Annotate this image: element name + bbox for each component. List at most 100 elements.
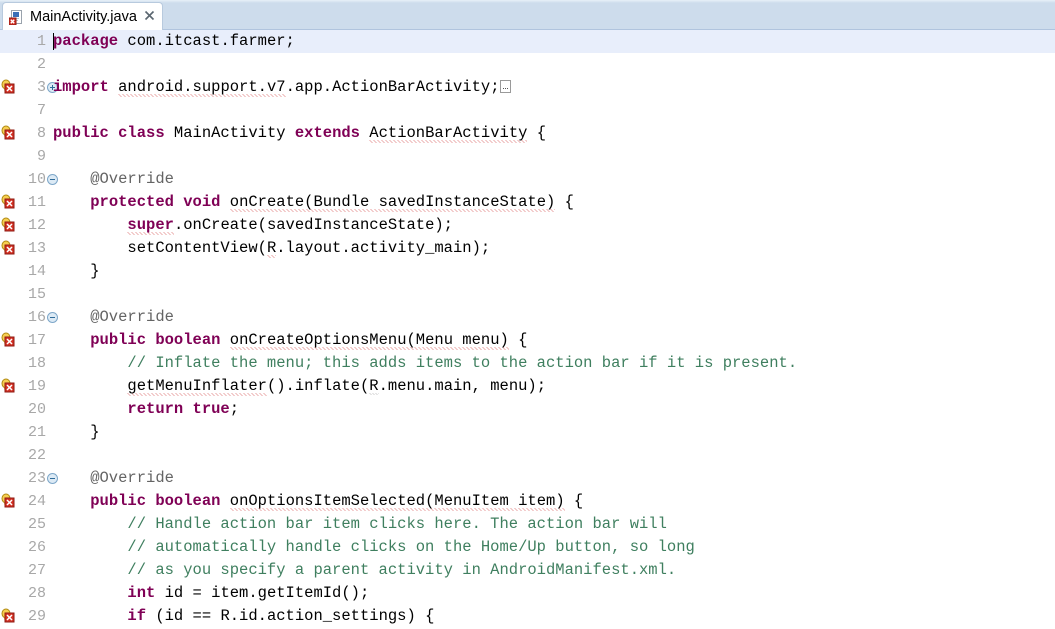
line-number: 25 bbox=[27, 516, 46, 533]
code-token: .app.ActionBarActivity; bbox=[285, 78, 500, 96]
code-line[interactable]: // automatically handle clicks on the Ho… bbox=[47, 536, 1055, 559]
code-line[interactable]: // as you specify a parent activity in A… bbox=[47, 559, 1055, 582]
code-line[interactable]: // Inflate the menu; this adds items to … bbox=[47, 352, 1055, 375]
code-line[interactable]: public boolean onOptionsItemSelected(Men… bbox=[47, 490, 1055, 513]
code-token: // Inflate the menu; this adds items to … bbox=[53, 354, 798, 372]
warning-error-marker-icon[interactable] bbox=[1, 194, 16, 210]
line-number: 14 bbox=[27, 263, 46, 280]
code-token: .onCreate(savedInstanceState); bbox=[173, 216, 453, 234]
code-line[interactable]: public class MainActivity extends Action… bbox=[47, 122, 1055, 145]
warning-error-marker-icon[interactable] bbox=[1, 79, 16, 95]
line-number: 26 bbox=[27, 539, 46, 556]
code-token: protected void bbox=[90, 193, 221, 211]
code-line[interactable]: protected void onCreate(Bundle savedInst… bbox=[47, 191, 1055, 214]
line-number: 1 bbox=[36, 33, 46, 50]
code-line[interactable]: } bbox=[47, 260, 1055, 283]
code-line[interactable] bbox=[47, 444, 1055, 467]
warning-error-marker-icon[interactable] bbox=[1, 608, 16, 624]
code-line[interactable]: package com.itcast.farmer; bbox=[47, 30, 1055, 53]
code-line[interactable]: if (id == R.id.action_settings) { bbox=[47, 605, 1055, 627]
code-token: onCreate(Bundle savedInstanceState) bbox=[229, 193, 556, 212]
warning-error-marker-icon[interactable] bbox=[1, 493, 16, 509]
code-token: @Override bbox=[53, 308, 174, 326]
code-line[interactable] bbox=[47, 145, 1055, 168]
tab-label: MainActivity.java bbox=[30, 8, 137, 25]
code-line[interactable]: import android.support.v7.app.ActionBarA… bbox=[47, 76, 1055, 99]
code-line[interactable] bbox=[47, 53, 1055, 76]
warning-error-marker-icon[interactable] bbox=[1, 378, 16, 394]
code-line[interactable]: } bbox=[47, 421, 1055, 444]
code-line[interactable]: int id = item.getItemId(); bbox=[47, 582, 1055, 605]
code-token: ().inflate( bbox=[266, 377, 370, 395]
code-token: onOptionsItemSelected(MenuItem item) bbox=[229, 492, 565, 511]
line-number: 29 bbox=[27, 608, 46, 625]
line-number: 10 bbox=[17, 168, 58, 191]
code-line[interactable] bbox=[47, 99, 1055, 122]
line-number: 3 bbox=[17, 76, 58, 99]
code-line[interactable] bbox=[47, 283, 1055, 306]
code-token: R bbox=[369, 377, 379, 395]
line-number: 22 bbox=[27, 447, 46, 464]
close-icon[interactable] bbox=[144, 10, 155, 23]
code-token: R bbox=[266, 239, 277, 258]
code-token: @Override bbox=[53, 170, 174, 188]
warning-error-marker-icon[interactable] bbox=[1, 240, 16, 256]
line-number: 21 bbox=[27, 424, 46, 441]
code-token: public class bbox=[53, 124, 165, 142]
code-token: // automatically handle clicks on the Ho… bbox=[53, 538, 695, 556]
line-number: 9 bbox=[36, 148, 46, 165]
code-token: ; bbox=[229, 400, 240, 418]
code-line[interactable]: @Override bbox=[47, 168, 1055, 191]
line-number: 19 bbox=[27, 378, 46, 395]
line-number: 28 bbox=[27, 585, 46, 602]
code-line[interactable]: return true; bbox=[47, 398, 1055, 421]
code-token: @Override bbox=[53, 469, 174, 487]
code-token: { bbox=[527, 124, 547, 142]
collapsed-imports-box-icon[interactable] bbox=[499, 80, 511, 93]
tab-mainactivity-java[interactable]: MainActivity.java bbox=[2, 2, 163, 30]
text-caret bbox=[53, 33, 54, 50]
code-token: package bbox=[53, 32, 119, 50]
code-token: extends bbox=[294, 124, 360, 142]
line-number: 17 bbox=[27, 332, 46, 349]
code-token: com.itcast.farmer; bbox=[118, 32, 295, 50]
code-text-area[interactable]: package com.itcast.farmer; import android… bbox=[47, 30, 1055, 627]
line-number: 2 bbox=[36, 56, 46, 73]
code-token: public boolean bbox=[90, 331, 221, 349]
line-number: 11 bbox=[27, 194, 46, 211]
code-token: if bbox=[127, 607, 147, 625]
line-number: 18 bbox=[27, 355, 46, 372]
line-number: 8 bbox=[36, 125, 46, 142]
code-line[interactable]: // Handle action bar item clicks here. T… bbox=[47, 513, 1055, 536]
code-editor[interactable]: 1 2 3 7 8 9 10 11 12 13 14 15 16 17 18 19 20 21 22 23 24 25 26… bbox=[0, 30, 1055, 627]
code-token: .layout.activity_main); bbox=[276, 239, 491, 257]
code-line[interactable]: @Override bbox=[47, 306, 1055, 329]
code-token: } bbox=[53, 262, 100, 280]
annotation-ruler[interactable] bbox=[0, 30, 17, 627]
code-token: // Handle action bar item clicks here. T… bbox=[53, 515, 667, 533]
warning-error-marker-icon[interactable] bbox=[1, 125, 16, 141]
code-token: super bbox=[127, 216, 174, 235]
code-line[interactable]: public boolean onCreateOptionsMenu(Menu … bbox=[47, 329, 1055, 352]
warning-error-marker-icon[interactable] bbox=[1, 217, 16, 233]
code-line[interactable]: super.onCreate(savedInstanceState); bbox=[47, 214, 1055, 237]
code-token: public boolean bbox=[90, 492, 221, 510]
line-number: 20 bbox=[27, 401, 46, 418]
code-line[interactable]: @Override bbox=[47, 467, 1055, 490]
code-token: (id == R.id.action_settings) { bbox=[146, 607, 435, 625]
warning-error-marker-icon[interactable] bbox=[1, 332, 16, 348]
code-token: ActionBarActivity bbox=[369, 124, 528, 143]
ruler-current-line-marker bbox=[2, 32, 14, 52]
line-number: 27 bbox=[27, 562, 46, 579]
code-line[interactable]: getMenuInflater().inflate(R.menu.main, m… bbox=[47, 375, 1055, 398]
code-line[interactable]: setContentView(R.layout.activity_main); bbox=[47, 237, 1055, 260]
line-number: 12 bbox=[27, 217, 46, 234]
code-token: return true bbox=[127, 400, 230, 418]
